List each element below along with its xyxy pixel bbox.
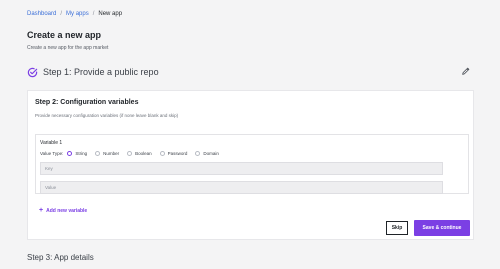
radio-domain[interactable]: Domain [195, 151, 219, 156]
page-subtitle: Create a new app for the app market [27, 45, 109, 51]
radio-dot [95, 151, 101, 156]
radio-password[interactable]: Password [159, 151, 188, 156]
breadcrumb: Dashboard / My apps / New app [27, 11, 122, 17]
step1-label: Step 1: Provide a public repo [43, 67, 159, 77]
breadcrumb-my-apps[interactable]: My apps [66, 11, 89, 17]
radio-dot [195, 151, 201, 156]
add-variable-link[interactable]: + Add new variable [39, 207, 87, 214]
variable-box: Variable 1 Value Type: String Number Boo… [35, 134, 469, 194]
radio-boolean[interactable]: Boolean [127, 151, 152, 156]
radio-boolean-label: Boolean [135, 151, 152, 156]
radio-string-label: String [75, 151, 88, 156]
radio-password-label: Password [167, 151, 188, 156]
radio-number[interactable]: Number [95, 151, 119, 156]
value-type-row: Value Type: String Number Boolean Passwo… [40, 151, 227, 156]
radio-dot [67, 151, 73, 156]
check-circle-icon [27, 67, 38, 77]
step1-header: Step 1: Provide a public repo [27, 64, 471, 80]
save-continue-button[interactable]: Save & continue [414, 220, 470, 236]
breadcrumb-separator: / [60, 11, 63, 17]
radio-number-label: Number [103, 151, 120, 156]
pencil-icon[interactable] [461, 66, 471, 76]
breadcrumb-current: New app [98, 11, 123, 17]
value-type-label: Value Type: [40, 151, 64, 156]
step3-header: Step 3: App details [27, 253, 94, 262]
add-variable-label: Add new variable [46, 207, 88, 214]
step2-card: Step 2: Configuration variables Provide … [27, 90, 474, 240]
skip-button[interactable]: Skip [386, 221, 408, 235]
radio-domain-label: Domain [203, 151, 219, 156]
step2-description: Provide necessary configuration variable… [35, 113, 179, 118]
plus-icon: + [39, 207, 44, 214]
value-input[interactable]: Value [40, 181, 443, 194]
page-title: Create a new app [27, 30, 102, 40]
step2-title: Step 2: Configuration variables [35, 99, 139, 106]
radio-string[interactable]: String [67, 151, 87, 156]
variable-title: Variable 1 [40, 140, 63, 146]
key-input[interactable]: Key [40, 162, 443, 175]
breadcrumb-dashboard[interactable]: Dashboard [27, 11, 56, 17]
radio-dot [127, 151, 133, 156]
breadcrumb-separator: / [92, 11, 95, 17]
radio-dot [159, 151, 165, 156]
